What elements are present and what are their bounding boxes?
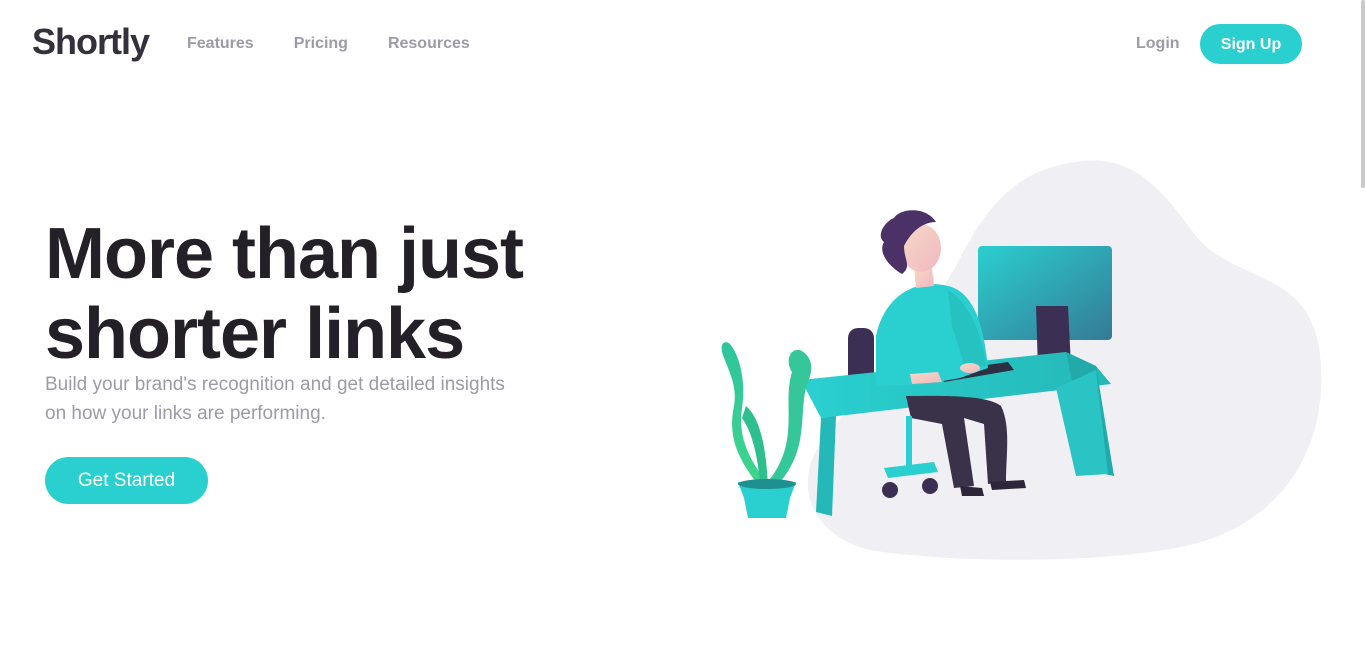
plant-leaf (766, 349, 812, 490)
hero-title-line-1: More than just (45, 214, 524, 294)
scrollbar-thumb[interactable] (1361, 0, 1365, 188)
plant-pot-rim (738, 479, 796, 489)
main-nav: Features Pricing Resources (187, 33, 470, 55)
sign-up-button[interactable]: Sign Up (1200, 24, 1302, 64)
plant-leaf (721, 342, 762, 482)
get-started-button[interactable]: Get Started (45, 457, 208, 504)
logo[interactable]: Shortly (32, 18, 150, 66)
login-link[interactable]: Login (1136, 33, 1180, 55)
chair-wheel (922, 478, 938, 494)
chair-wheel (882, 482, 898, 498)
page-scrollbar[interactable] (1360, 0, 1366, 656)
hero-title: More than just shorter links (45, 214, 605, 374)
hero-title-line-2: shorter links (45, 294, 465, 374)
nav-link-pricing[interactable]: Pricing (294, 33, 348, 55)
hero-subtitle: Build your brand's recognition and get d… (45, 374, 505, 424)
chair-post (906, 416, 912, 466)
person-working-at-desk-illustration (721, 160, 1322, 560)
person-hand (960, 363, 980, 373)
nav-link-resources[interactable]: Resources (388, 33, 470, 55)
nav-link-features[interactable]: Features (187, 33, 254, 55)
person-hand (910, 372, 942, 384)
page: Shortly Features Pricing Resources Login… (0, 0, 1366, 656)
